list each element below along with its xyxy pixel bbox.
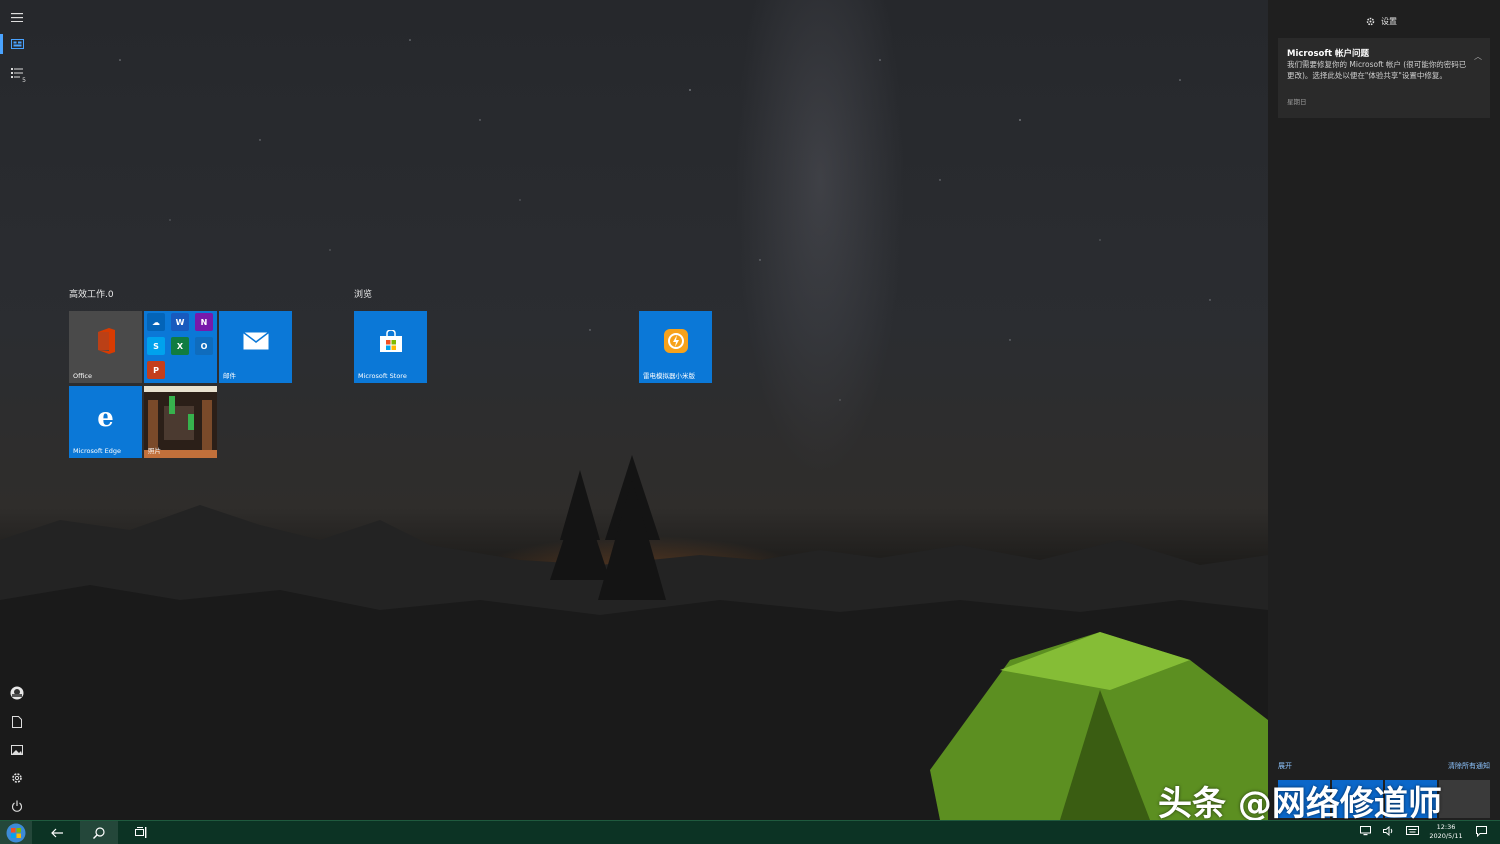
- word-icon: W: [171, 313, 189, 331]
- hamburger-menu-button[interactable]: [0, 3, 34, 31]
- power-icon: [12, 800, 22, 812]
- tiles-icon: [10, 39, 24, 49]
- tile-store-label: Microsoft Store: [358, 372, 407, 380]
- network-icon[interactable]: [1360, 826, 1372, 836]
- start-left-rail: 5: [0, 0, 34, 820]
- keyboard-icon[interactable]: [1406, 826, 1419, 835]
- tile-ldplayer-label: 雷电模拟器小米版: [643, 372, 695, 380]
- group-title-browse[interactable]: 浏览: [354, 287, 372, 300]
- task-view-button[interactable]: [122, 821, 160, 844]
- action-center-panel: [1268, 0, 1500, 820]
- search-icon: [93, 826, 105, 839]
- taskbar-clock[interactable]: 12:36 2020/5/11: [1425, 823, 1467, 841]
- taskbar: 12:36 2020/5/11: [0, 820, 1500, 844]
- quick-action-tile[interactable]: [1438, 780, 1490, 818]
- notification-title: Microsoft 帐户问题: [1287, 49, 1370, 59]
- clear-all-notifications-link[interactable]: 清除所有通知: [1448, 761, 1490, 771]
- settings-button[interactable]: [0, 764, 34, 792]
- all-apps-button[interactable]: 5: [0, 59, 34, 87]
- mail-icon: [242, 331, 269, 354]
- onedrive-icon: ☁: [147, 313, 165, 331]
- picture-icon: [11, 745, 23, 755]
- search-button[interactable]: [80, 821, 118, 844]
- volume-icon[interactable]: [1383, 826, 1395, 836]
- chevron-up-icon[interactable]: ︿: [1474, 51, 1482, 62]
- clock-date: 2020/5/11: [1429, 832, 1463, 840]
- skype-icon: S: [147, 337, 165, 355]
- settings-label: 设置: [1381, 17, 1397, 26]
- powerpoint-icon: P: [147, 361, 165, 379]
- arrow-left-icon: [51, 828, 63, 837]
- gear-icon: [12, 773, 22, 783]
- notification-body: 我们需要修复你的 Microsoft 帐户 (很可能你的密码已更改)。选择此处以…: [1287, 60, 1467, 80]
- expand-quick-actions-link[interactable]: 展开: [1278, 761, 1292, 771]
- user-account-button[interactable]: [0, 679, 34, 707]
- notification-center-icon[interactable]: [1476, 826, 1487, 837]
- tile-office[interactable]: Office: [69, 311, 142, 383]
- tile-photos[interactable]: 照片: [144, 386, 217, 458]
- tile-mail-label: 邮件: [223, 372, 236, 380]
- hamburger-icon: [11, 12, 23, 22]
- outlook-icon: O: [195, 337, 213, 355]
- tile-mail[interactable]: 邮件: [219, 311, 292, 383]
- tile-office-label: Office: [73, 372, 92, 380]
- back-button[interactable]: [38, 821, 76, 844]
- store-icon: [379, 328, 403, 356]
- user-avatar-icon: [10, 686, 24, 700]
- excel-icon: X: [171, 337, 189, 355]
- pinned-tiles-button[interactable]: [0, 30, 34, 58]
- group-title-productivity[interactable]: 高效工作.0: [69, 287, 114, 300]
- documents-button[interactable]: [0, 708, 34, 736]
- list-badge: 5: [22, 77, 26, 84]
- tile-photos-label: 照片: [148, 447, 161, 455]
- tile-office-apps-folder[interactable]: ☁ W N S X O P: [144, 311, 217, 383]
- action-center-settings-link[interactable]: 设置: [1366, 16, 1397, 27]
- power-button[interactable]: [0, 792, 34, 820]
- start-button[interactable]: [0, 821, 32, 844]
- clock-time: 12:36: [1436, 823, 1456, 831]
- ldplayer-icon: [663, 328, 689, 358]
- office-icon: [95, 327, 117, 358]
- tile-edge-label: Microsoft Edge: [73, 447, 122, 455]
- tile-ldplayer[interactable]: 雷电模拟器小米版: [639, 311, 712, 383]
- notification-card[interactable]: Microsoft 帐户问题 我们需要修复你的 Microsoft 帐户 (很可…: [1278, 38, 1490, 118]
- edge-icon: e: [97, 402, 114, 433]
- document-icon: [12, 716, 22, 728]
- task-view-icon: [135, 827, 147, 838]
- gear-icon: [1366, 17, 1375, 26]
- watermark-text: 头条 @网络修道师: [1158, 784, 1442, 824]
- pictures-button[interactable]: [0, 736, 34, 764]
- tile-microsoft-edge[interactable]: e Microsoft Edge: [69, 386, 142, 458]
- start-orb-icon: [6, 823, 26, 842]
- tile-microsoft-store[interactable]: Microsoft Store: [354, 311, 427, 383]
- notification-time: 星期日: [1287, 98, 1307, 106]
- onenote-icon: N: [195, 313, 213, 331]
